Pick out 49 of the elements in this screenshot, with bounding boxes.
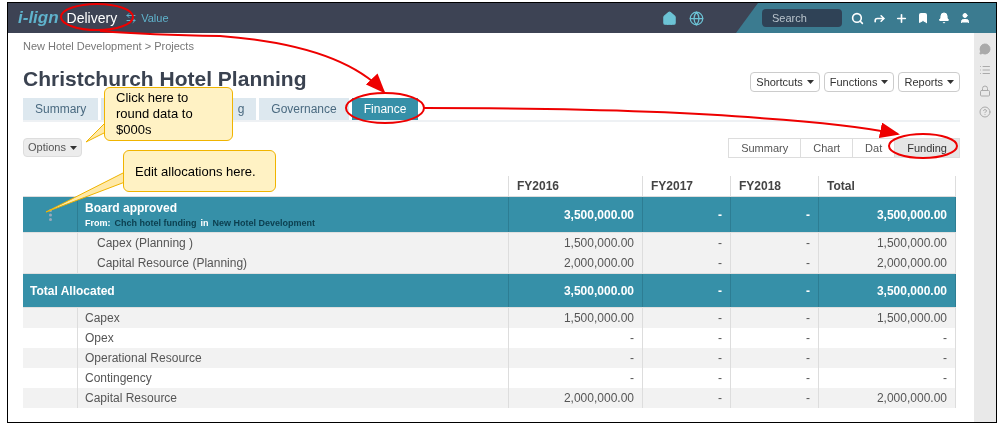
amount-cell: -: [643, 274, 731, 307]
from-label: From:: [85, 216, 111, 230]
search-field[interactable]: Search: [762, 9, 842, 27]
add-icon[interactable]: [895, 11, 908, 25]
caret-icon: [806, 80, 814, 84]
globe-icon[interactable]: [689, 10, 704, 26]
breadcrumb[interactable]: New Hotel Development > Projects: [23, 38, 960, 55]
column-header: FY2017: [643, 176, 731, 196]
tab[interactable]: Summary: [23, 98, 99, 120]
caret-icon: [947, 80, 954, 84]
amount-cell: 3,500,000.00: [819, 197, 956, 232]
view-tab[interactable]: Funding: [894, 139, 959, 157]
tab[interactable]: Governance: [259, 98, 349, 120]
nav-link[interactable]: Delivery: [66, 7, 118, 29]
menu-button[interactable]: Shortcuts: [750, 72, 820, 92]
amount-cell: -: [731, 388, 819, 408]
highlight-ring: [888, 133, 958, 159]
menu-button[interactable]: Reports: [898, 72, 960, 92]
row-label: Capital Resource: [78, 388, 509, 408]
home-icon[interactable]: [662, 10, 677, 26]
amount-cell: -: [643, 197, 731, 232]
bookmark-icon[interactable]: [917, 12, 929, 24]
callout-tooltip: Edit allocations here.: [123, 150, 276, 192]
bell-icon[interactable]: [938, 12, 950, 24]
column-header: FY2016: [509, 176, 643, 196]
amount-cell: 3,500,000.00: [819, 274, 956, 307]
tab[interactable]: Finance: [351, 98, 419, 120]
caret-icon: [881, 80, 889, 84]
logo: i-lign: [18, 7, 59, 30]
caret-icon: [69, 145, 77, 150]
amount-cell: 2,000,000.00: [819, 388, 956, 408]
row-title: Board approved: [85, 199, 178, 217]
joiner-text: in: [200, 216, 209, 230]
search-icon[interactable]: [851, 11, 864, 25]
amount-cell: 2,000,000.00: [509, 388, 643, 408]
amount-cell: 3,500,000.00: [509, 197, 643, 232]
options-button[interactable]: Options: [23, 138, 82, 157]
menu-button[interactable]: Functions: [823, 72, 895, 92]
amount-cell: -: [643, 388, 731, 408]
user-icon[interactable]: [959, 12, 971, 24]
column-header: FY2018: [731, 176, 819, 196]
row-title: Total Allocated: [23, 274, 509, 307]
amount-cell: -: [731, 197, 819, 232]
nav-link[interactable]: Value: [125, 9, 169, 27]
swap-icon: [125, 12, 138, 24]
amount-cell: -: [731, 274, 819, 307]
amount-cell: 3,500,000.00: [509, 274, 643, 307]
column-header: Total: [819, 176, 956, 196]
callout-tooltip: Click here to round data to $000s: [104, 87, 233, 141]
